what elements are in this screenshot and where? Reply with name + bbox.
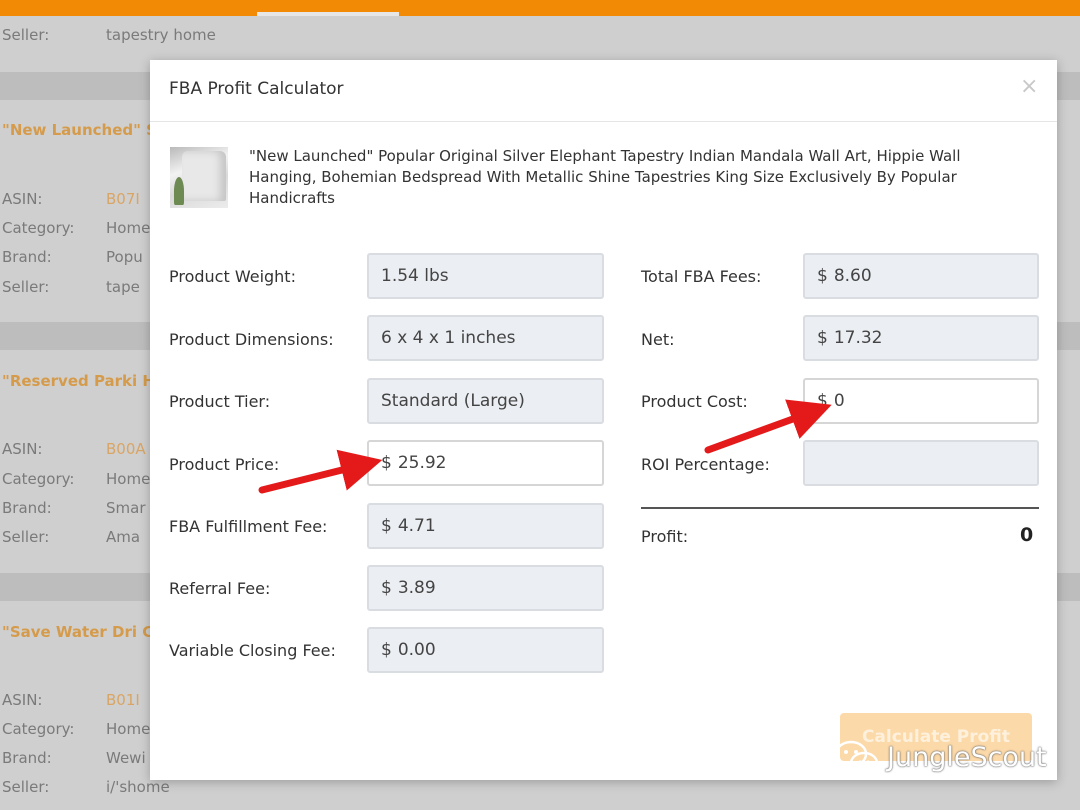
fba-profit-calculator-modal: FBA Profit Calculator × "New Launched" P…: [150, 60, 1057, 780]
fba-fulfillment-fee-label: FBA Fulfillment Fee:: [169, 517, 328, 536]
product-tier-field: Standard (Large): [367, 378, 604, 424]
bg-item-title[interactable]: "New Launched" Silver Elephant T: [2, 117, 150, 144]
variable-closing-fee-label: Variable Closing Fee:: [169, 641, 336, 660]
product-weight-label: Product Weight:: [169, 267, 296, 286]
bg-item-title[interactable]: "Reserved Parki Handicap Parkin: [2, 368, 150, 395]
profit-value: 0: [1020, 524, 1034, 546]
bg-seller-key: Seller:: [2, 26, 50, 44]
bg-seller-value: tapestry home: [106, 26, 216, 44]
roi-percentage-label: ROI Percentage:: [641, 455, 770, 474]
net-label: Net:: [641, 330, 675, 349]
product-price-input[interactable]: $25.92: [367, 440, 604, 486]
net-field: $17.32: [803, 315, 1039, 361]
variable-closing-fee-field: $0.00: [367, 627, 604, 673]
modal-title: FBA Profit Calculator: [169, 79, 344, 99]
plant-image: [174, 177, 184, 205]
bg-item-title[interactable]: "Save Water Dri Cap Holder Sha: [2, 619, 150, 646]
product-dimensions-label: Product Dimensions:: [169, 330, 334, 349]
close-icon[interactable]: ×: [1020, 74, 1038, 99]
roi-percentage-field: [803, 440, 1039, 486]
fba-fulfillment-fee-field: $4.71: [367, 503, 604, 549]
profit-label: Profit:: [641, 527, 689, 546]
product-name: "New Launched" Popular Original Silver E…: [249, 147, 961, 207]
profit-divider: [641, 507, 1039, 509]
referral-fee-field: $3.89: [367, 565, 604, 611]
total-fba-fees-label: Total FBA Fees:: [641, 267, 762, 286]
wechat-icon: [834, 740, 879, 775]
product-cost-input[interactable]: $0: [803, 378, 1039, 424]
tapestry-image: [182, 151, 226, 201]
product-dimensions-field: 6 x 4 x 1 inches: [367, 315, 604, 361]
product-thumbnail: [170, 147, 228, 208]
product-weight-field: 1.54 lbs: [367, 253, 604, 299]
watermark-text: JungleScout: [887, 742, 1047, 773]
product-cost-label: Product Cost:: [641, 392, 748, 411]
product-price-label: Product Price:: [169, 455, 280, 474]
top-nav-bar: [0, 0, 1080, 16]
referral-fee-label: Referral Fee:: [169, 579, 271, 598]
product-tier-label: Product Tier:: [169, 392, 271, 411]
total-fba-fees-field: $8.60: [803, 253, 1039, 299]
modal-header: FBA Profit Calculator ×: [150, 60, 1057, 122]
